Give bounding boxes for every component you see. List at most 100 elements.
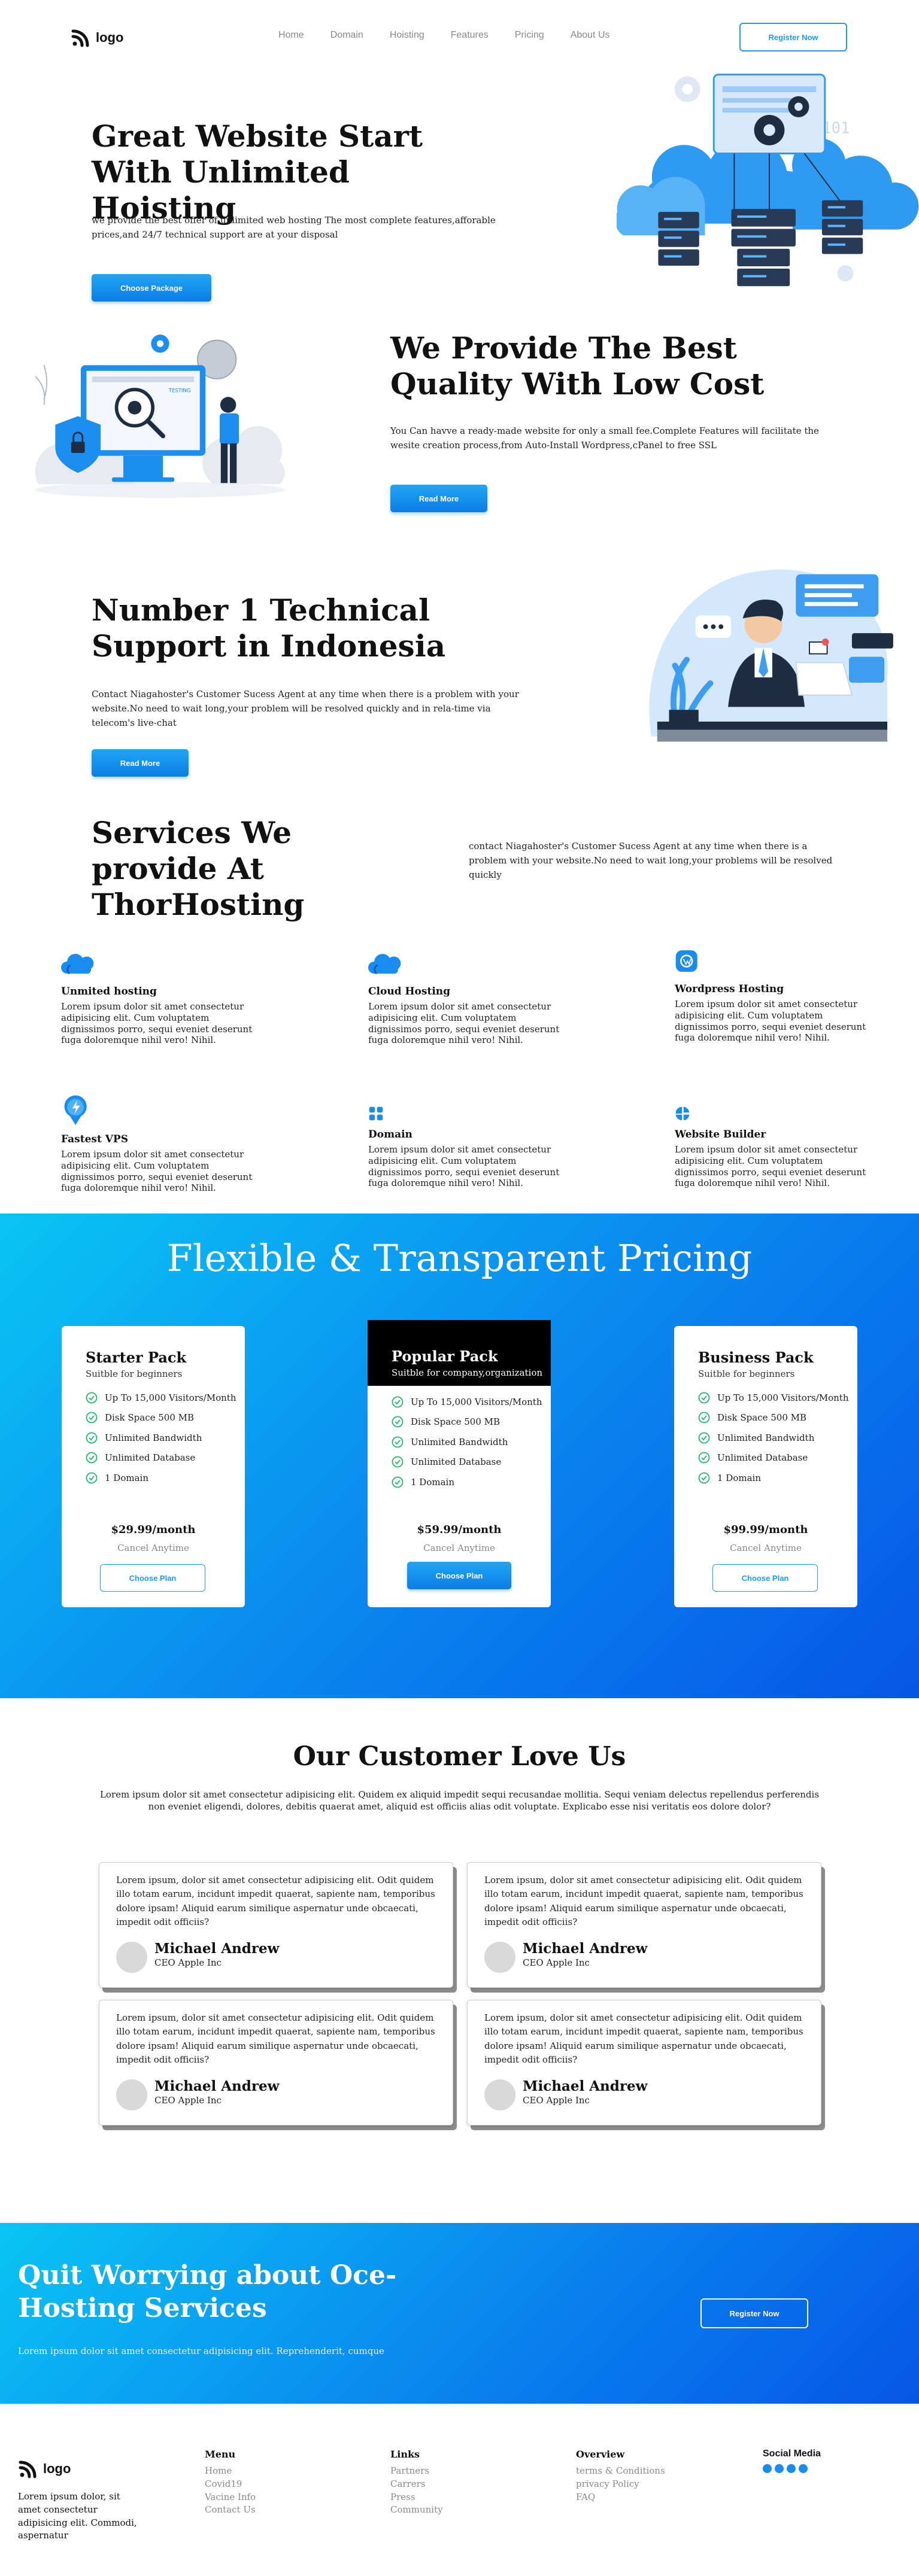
cta-text: Lorem ipsum dolor sit amet consectetur a… [18,2346,384,2356]
feature-text: Unlimited Database [411,1456,502,1468]
testimonial-text: Lorem ipsum, dolor sit amet consectetur … [484,2012,803,2065]
facebook-icon[interactable] [763,2464,772,2473]
testimonial-role: CEO Apple Inc [154,2095,222,2106]
check-circle-icon [392,1456,404,1468]
check-circle-icon [698,1412,710,1424]
register-button[interactable]: Register Now [739,23,847,51]
footer-link[interactable]: terms & Conditions [576,2465,665,2478]
plan-price: $59.99/month [417,1523,502,1536]
linkedin-icon[interactable] [799,2464,808,2473]
logo-text: logo [96,30,124,45]
logo-icon [19,2461,37,2478]
footer-link[interactable]: Contact Us [205,2504,256,2517]
feature-item: Unlimited Bandwidth [392,1432,551,1452]
testimonial-card: Lorem ipsum, dolor sit amet consectetur … [467,1862,821,1988]
feature-item: Disk Space 500 MB [86,1408,245,1428]
feature-text: Disk Space 500 MB [105,1412,195,1424]
choose-plan-button[interactable]: Choose Plan [407,1562,511,1589]
check-circle-icon [392,1416,404,1428]
footer-link[interactable]: FAQ [576,2491,665,2504]
choose-plan-button[interactable]: Choose Plan [100,1564,205,1592]
testimonial-name: Michael Andrew [154,2078,280,2094]
footer-link[interactable]: Vacine Info [205,2491,256,2504]
service-item: Cloud Hosting Lorem ipsum dolor sit amet… [368,948,572,1046]
footer: logo Lorem ipsum dolor, sit amet consect… [0,2404,919,2576]
nav-link-about[interactable]: About Us [571,30,610,41]
testimonial-name: Michael Andrew [154,1941,280,1957]
avatar [484,1942,515,1973]
cta-title: Quit Worrying about Oce-Hosting Services [18,2260,397,2323]
avatar [484,2079,515,2110]
check-circle-icon [698,1452,710,1464]
cloud-server-illustration: 0101 [617,74,919,287]
twitter-icon[interactable] [775,2464,784,2473]
check-circle-icon [392,1476,404,1488]
feature-item: Unlimited Database [392,1452,551,1473]
quality-read-more-button[interactable]: Read More [390,485,487,512]
feature-item: Disk Space 500 MB [698,1408,857,1428]
feature-item: Unlimited Database [698,1448,857,1468]
footer-column-title: Social Media [763,2449,821,2459]
customer-support-illustration [649,569,893,742]
quality-title: We Provide The Best Quality With Low Cos… [390,330,765,402]
plan-subtitle: Suitble for beginners [86,1368,183,1379]
plan-name: Popular Pack [392,1348,498,1365]
nav-link-hoisting[interactable]: Hoisting [390,30,424,41]
choose-plan-button[interactable]: Choose Plan [712,1564,818,1592]
instagram-icon[interactable] [787,2464,796,2473]
feature-item: Unlimited Bandwidth [698,1428,857,1448]
plan-cancel-note: Cancel Anytime [730,1543,802,1553]
footer-link[interactable]: Press [390,2491,443,2504]
support-read-more-button[interactable]: Read More [92,749,189,777]
site-logo[interactable]: logo [71,28,123,48]
feature-item: 1 Domain [86,1468,245,1488]
plan-name: Business Pack [698,1349,814,1366]
footer-column-title: Overview [576,2449,625,2460]
footer-column-title: Menu [205,2449,236,2460]
testimonial-role: CEO Apple Inc [523,2095,590,2106]
feature-text: Up To 15,000 Visitors/Month [411,1396,542,1407]
footer-link[interactable]: Partners [390,2465,443,2478]
feature-text: Unlimited Database [717,1452,808,1464]
footer-menu-column: Menu Home Covid19 Vacine Info Contact Us [205,2449,256,2517]
footer-link[interactable]: Carrers [390,2478,443,2491]
footer-logo[interactable]: logo [18,2459,71,2479]
support-title: Number 1 Technical Support in Indonesia [92,592,446,664]
footer-link[interactable]: Home [205,2465,256,2478]
support-text: Contact Niagahoster's Customer Sucess Ag… [92,689,519,728]
choose-package-button[interactable]: Choose Package [92,274,211,302]
security-testing-illustration: TESTING [35,334,285,498]
pricing-card-starter: Starter Pack Suitble for beginners Up To… [62,1326,245,1607]
footer-column-title: Links [390,2449,420,2460]
footer-link[interactable]: Community [390,2504,443,2517]
testimonials-intro: Lorem ipsum dolor sit amet consectetur a… [99,1789,820,1812]
feature-item: Up To 15,000 Visitors/Month [392,1392,551,1412]
check-circle-icon [86,1452,98,1464]
feature-text: Up To 15,000 Visitors/Month [105,1392,236,1403]
nav-link-pricing[interactable]: Pricing [515,30,544,41]
service-item: Website Builder Lorem ipsum dolor sit am… [675,1106,878,1189]
footer-link[interactable]: privacy Policy [576,2478,665,2491]
check-circle-icon [698,1472,710,1484]
pricing-title: Flexible & Transparent Pricing [166,1236,753,1280]
feature-text: Unlimited Bandwidth [105,1432,202,1443]
footer-links-column: Links Partners Carrers Press Community [390,2449,443,2517]
service-text: Lorem ipsum dolor sit amet consectetur a… [61,1001,253,1046]
check-circle-icon [392,1396,404,1408]
cta-register-button[interactable]: Register Now [700,2298,808,2328]
service-title: Unmited hosting [61,986,157,997]
footer-social-column: Social Media [763,2449,821,2473]
feature-list: Up To 15,000 Visitors/Month Disk Space 5… [62,1379,245,1488]
nav-link-features[interactable]: Features [451,30,489,41]
service-title: Website Builder [675,1129,766,1141]
feature-text: 1 Domain [105,1472,148,1483]
nav-link-domain[interactable]: Domain [330,30,363,41]
pricing-card-popular: Popular Pack Suitble for company,organiz… [368,1320,551,1607]
nav-link-home[interactable]: Home [278,30,304,41]
check-circle-icon [392,1436,404,1448]
service-text: Lorem ipsum dolor sit amet consectetur a… [368,1144,560,1189]
plan-price: $29.99/month [111,1523,196,1536]
footer-link[interactable]: Covid19 [205,2478,256,2491]
feature-list: Up To 15,000 Visitors/Month Disk Space 5… [368,1386,551,1492]
quality-text: You Can havve a ready-made website for o… [390,425,819,451]
